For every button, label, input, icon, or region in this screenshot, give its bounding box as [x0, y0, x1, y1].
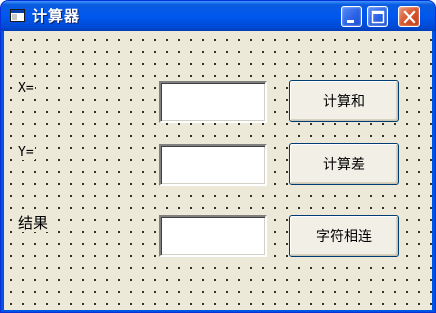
concat-button[interactable]: 字符相连 — [289, 215, 399, 257]
minimize-button[interactable] — [341, 6, 362, 27]
app-window-icon — [10, 9, 25, 22]
maximize-button[interactable] — [367, 6, 388, 27]
form-client-area: X= Y= 结果 计算和 计算差 字符相连 — [4, 31, 432, 310]
maximize-icon — [371, 10, 385, 24]
close-icon — [403, 10, 416, 24]
minimize-icon — [347, 20, 354, 23]
title-bar[interactable]: 计算器 — [1, 1, 435, 31]
difference-button[interactable]: 计算差 — [289, 143, 399, 185]
window-title: 计算器 — [32, 7, 81, 25]
y-label: Y= — [17, 145, 35, 160]
result-label: 结果 — [17, 214, 50, 232]
sum-button[interactable]: 计算和 — [289, 80, 399, 122]
result-input[interactable] — [159, 215, 267, 257]
y-input[interactable] — [159, 144, 267, 186]
x-input[interactable] — [159, 81, 267, 123]
calculator-window: 计算器 X= Y= 结果 计算和 计算差 字符相连 — [0, 0, 436, 313]
close-button[interactable] — [398, 6, 420, 27]
x-label: X= — [17, 81, 35, 96]
